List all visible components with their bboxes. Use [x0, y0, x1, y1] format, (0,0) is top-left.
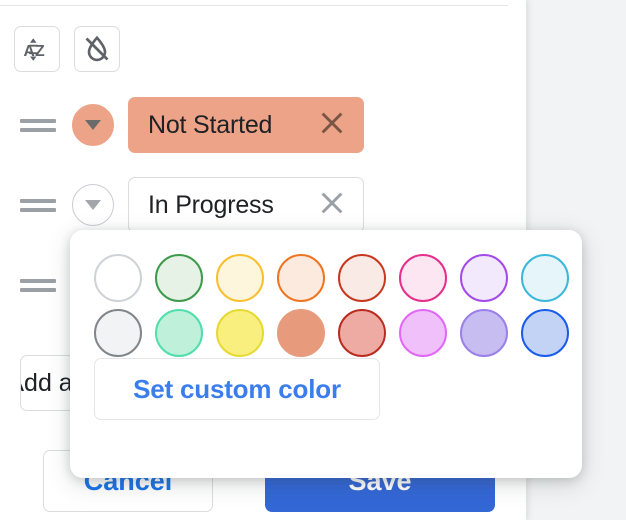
set-custom-color-button[interactable]: Set custom color: [94, 358, 380, 420]
color-swatch-grid: [94, 254, 582, 364]
option-color-button[interactable]: [72, 184, 114, 226]
drag-handle-icon[interactable]: [20, 257, 56, 313]
color-picker-popup: Set custom color: [70, 230, 582, 478]
sort-alpha-icon: A Z: [22, 34, 52, 64]
color-swatch-light-green[interactable]: [155, 254, 203, 302]
option-row: In Progress: [0, 177, 364, 233]
option-row: Not Started: [0, 97, 364, 153]
option-label: Not Started: [148, 110, 273, 139]
color-swatch-mint[interactable]: [155, 309, 203, 357]
sort-alpha-button[interactable]: A Z: [14, 26, 60, 72]
options-toolbar: A Z: [14, 26, 120, 72]
option-input[interactable]: Not Started: [128, 97, 364, 153]
color-swatch-orchid[interactable]: [399, 309, 447, 357]
close-icon[interactable]: [317, 108, 347, 143]
color-swatch-light-orange[interactable]: [277, 254, 325, 302]
option-input[interactable]: In Progress: [128, 177, 364, 233]
color-swatch-periwinkle[interactable]: [460, 309, 508, 357]
clear-colors-button[interactable]: [74, 26, 120, 72]
dialog-top-divider: [0, 5, 508, 6]
color-swatch-light-pink[interactable]: [399, 254, 447, 302]
color-swatch-yellow[interactable]: [216, 309, 264, 357]
color-swatch-salmon[interactable]: [277, 309, 325, 357]
color-swatch-light-yellow[interactable]: [216, 254, 264, 302]
drag-handle-icon[interactable]: [20, 97, 56, 153]
drag-handle-icon[interactable]: [20, 177, 56, 233]
color-swatch-light-purple[interactable]: [460, 254, 508, 302]
color-swatch-light-red[interactable]: [338, 254, 386, 302]
chevron-down-icon: [85, 120, 101, 130]
close-icon[interactable]: [317, 188, 347, 223]
option-color-button[interactable]: [72, 104, 114, 146]
color-swatch-blue[interactable]: [521, 309, 569, 357]
option-label: In Progress: [148, 190, 274, 219]
color-swatch-light-cyan[interactable]: [521, 254, 569, 302]
chevron-down-icon: [85, 200, 101, 210]
color-swatch-light-gray[interactable]: [94, 309, 142, 357]
water-drop-slash-icon: [82, 34, 112, 64]
color-swatch-rose[interactable]: [338, 309, 386, 357]
color-swatch-white[interactable]: [94, 254, 142, 302]
